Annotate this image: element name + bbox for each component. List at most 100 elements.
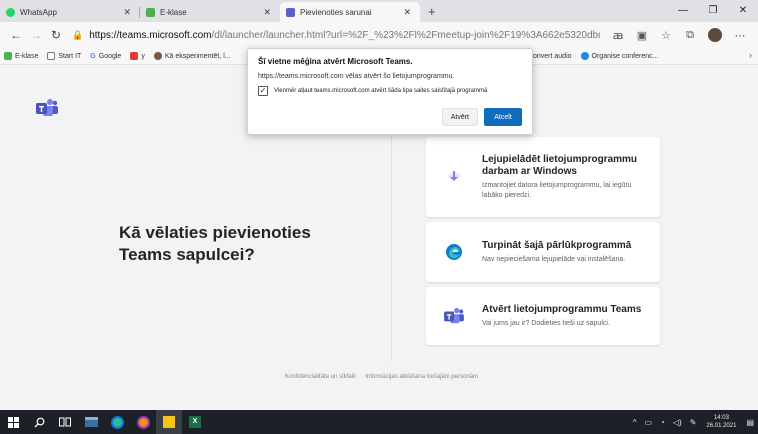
option-title: Turpināt šajā pārlūkprogrammā: [482, 239, 632, 251]
tab-title: E-klase: [160, 7, 187, 17]
tab-whatsapp[interactable]: WhatsApp ✕: [0, 2, 140, 22]
option-subtitle: Nav nepieciešama lejupielāde vai instalē…: [482, 255, 626, 263]
extension-icon[interactable]: ▣: [630, 29, 654, 42]
maximize-button[interactable]: ❐: [698, 0, 728, 22]
start-button[interactable]: [0, 410, 26, 434]
bookmark-youtube[interactable]: y: [130, 52, 145, 60]
forward-button[interactable]: →: [26, 28, 46, 42]
tab-pievienoties-sarunai[interactable]: Pievienoties sarunai ✕: [280, 2, 420, 22]
task-view-icon: [59, 417, 71, 427]
conference-icon: [580, 52, 589, 60]
address-bar[interactable]: 🔒 https://teams.microsoft.com/dl/launche…: [72, 25, 600, 45]
taskbar-explorer[interactable]: [78, 410, 104, 434]
tab-close-icon[interactable]: ✕: [260, 7, 274, 18]
tab-close-icon[interactable]: ✕: [120, 7, 134, 18]
tab-close-icon[interactable]: ✕: [400, 7, 414, 18]
always-allow-label: Vienmēr atļaut teams.microsoft.com atvēr…: [274, 88, 488, 94]
taskbar-sticky[interactable]: [156, 410, 182, 434]
search-icon: [34, 417, 44, 427]
read-aloud-icon[interactable]: ꜳ: [606, 29, 630, 42]
windows-icon: [7, 416, 19, 428]
favorites-icon[interactable]: ☆: [654, 29, 678, 42]
bookmark-start-it[interactable]: Start IT: [47, 52, 81, 60]
url-host: https://teams.microsoft.com: [89, 29, 212, 41]
url-path: /dl/launcher/launcher.html?url=%2F_%23%2…: [211, 29, 600, 41]
window-controls: — ❐ ✕: [668, 0, 758, 22]
tab-eklase[interactable]: E-klase ✕: [140, 2, 280, 22]
eklase-icon: [146, 7, 155, 17]
whatsapp-icon: [6, 7, 15, 17]
profile-avatar[interactable]: [708, 28, 722, 42]
bookmark-label: Organise conferenc...: [591, 52, 659, 60]
pen-icon[interactable]: ✎: [690, 418, 697, 427]
dialog-title: Šī vietne mēģina atvērt Microsoft Teams.: [258, 57, 413, 66]
clock-time: 14:03: [713, 415, 729, 421]
close-window-button[interactable]: ✕: [728, 0, 758, 22]
excel-icon: X: [189, 416, 201, 428]
option-subtitle: Izmantojiet datora lietojumprogrammu, la…: [482, 181, 632, 199]
download-icon: [442, 167, 466, 187]
back-button[interactable]: ←: [6, 28, 26, 42]
volume-icon[interactable]: ◁): [673, 418, 682, 427]
open-button[interactable]: Atvērt: [441, 108, 478, 126]
edge-icon: [110, 415, 124, 429]
page-footer: Konfidencialitāte un sīkfaili Informācij…: [285, 374, 486, 380]
chevron-up-icon[interactable]: ^: [633, 418, 637, 427]
option-text: Atvērt lietojumprogrammu Teams Vai jums …: [482, 304, 641, 329]
bookmark-experiment[interactable]: Kā eksperimentēt, l...: [153, 52, 231, 60]
always-allow-row: ✓ Vienmēr atļaut teams.microsoft.com atv…: [258, 86, 522, 96]
tab-strip: WhatsApp ✕ E-klase ✕ Pievienoties saruna…: [0, 0, 758, 22]
new-tab-button[interactable]: +: [420, 2, 444, 22]
bookmark-convert-audio[interactable]: onvert audio: [533, 53, 572, 60]
edge-icon: [442, 242, 466, 262]
bookmark-label: E-klase: [15, 52, 39, 60]
windows-taskbar: X ^ ▭ ◔ ◁) ✎ 14:03 26.01.2021 ▤: [0, 410, 758, 434]
task-view-button[interactable]: [52, 410, 78, 434]
search-button[interactable]: [26, 410, 52, 434]
taskbar-excel[interactable]: X: [182, 410, 208, 434]
lock-icon: 🔒: [72, 29, 84, 40]
system-tray: ^ ▭ ◔ ◁) ✎ 14:03 26.01.2021 ▤: [629, 410, 758, 434]
taskbar-edge[interactable]: [104, 410, 130, 434]
option-text: Turpināt šajā pārlūkprogrammā Nav nepiec…: [482, 240, 631, 265]
tab-title: Pievienoties sarunai: [300, 7, 372, 17]
chevron-right-icon[interactable]: ›: [749, 50, 752, 60]
taskbar-firefox[interactable]: [130, 410, 156, 434]
option-subtitle: Vai jums jau ir? Dodieties tieši uz sapu…: [482, 319, 610, 327]
minimize-button[interactable]: —: [668, 0, 698, 22]
bookmark-organise-conference[interactable]: Organise conferenc...: [580, 52, 659, 60]
eklase-icon: [4, 52, 12, 60]
bookmark-site-icon: [153, 52, 162, 60]
notifications-icon[interactable]: ▤: [746, 418, 754, 427]
bookmark-label: onvert audio: [533, 52, 572, 60]
tab-title: WhatsApp: [20, 7, 57, 17]
network-icon[interactable]: ◔: [660, 418, 665, 427]
bookmark-google[interactable]: G Google: [90, 53, 121, 60]
file-explorer-icon: [84, 417, 98, 427]
battery-icon[interactable]: ▭: [644, 418, 652, 427]
teams-logo-icon: [36, 99, 58, 116]
third-party-disclosure-link[interactable]: Informācijas atklāšana trešajām personām: [365, 374, 478, 380]
clock[interactable]: 14:03 26.01.2021: [706, 414, 736, 430]
sticky-notes-icon: [163, 416, 175, 428]
privacy-cookies-link[interactable]: Konfidencialitāte un sīkfaili: [285, 374, 356, 380]
option-title: Atvērt lietojumprogrammu Teams: [482, 303, 642, 315]
page-icon: [47, 52, 56, 60]
bookmarks-right: onvert audio Organise conferenc...: [533, 48, 667, 64]
youtube-icon: [130, 52, 139, 60]
open-app-dialog: Šī vietne mēģina atvērt Microsoft Teams.…: [247, 48, 533, 135]
option-text: Lejupielādēt lietojumprogrammu darbam ar…: [482, 154, 644, 201]
teams-icon: [442, 306, 466, 326]
clock-date: 26.01.2021: [706, 423, 737, 429]
open-teams-app-option[interactable]: Atvērt lietojumprogrammu Teams Vai jums …: [426, 287, 660, 345]
cancel-button[interactable]: Atcelt: [484, 108, 522, 126]
collections-icon[interactable]: ⧉: [678, 29, 702, 42]
continue-in-browser-option[interactable]: Turpināt šajā pārlūkprogrammā Nav nepiec…: [426, 222, 660, 282]
bookmark-eklase[interactable]: E-klase: [4, 52, 38, 60]
more-menu-icon[interactable]: ⋯: [728, 29, 752, 42]
reload-button[interactable]: ↻: [46, 28, 66, 42]
download-windows-app-option[interactable]: Lejupielādēt lietojumprogrammu darbam ar…: [426, 137, 660, 217]
always-allow-checkbox[interactable]: ✓: [258, 86, 268, 96]
bookmark-label: Kā eksperimentēt, l...: [164, 52, 231, 60]
teams-icon: [286, 7, 295, 17]
